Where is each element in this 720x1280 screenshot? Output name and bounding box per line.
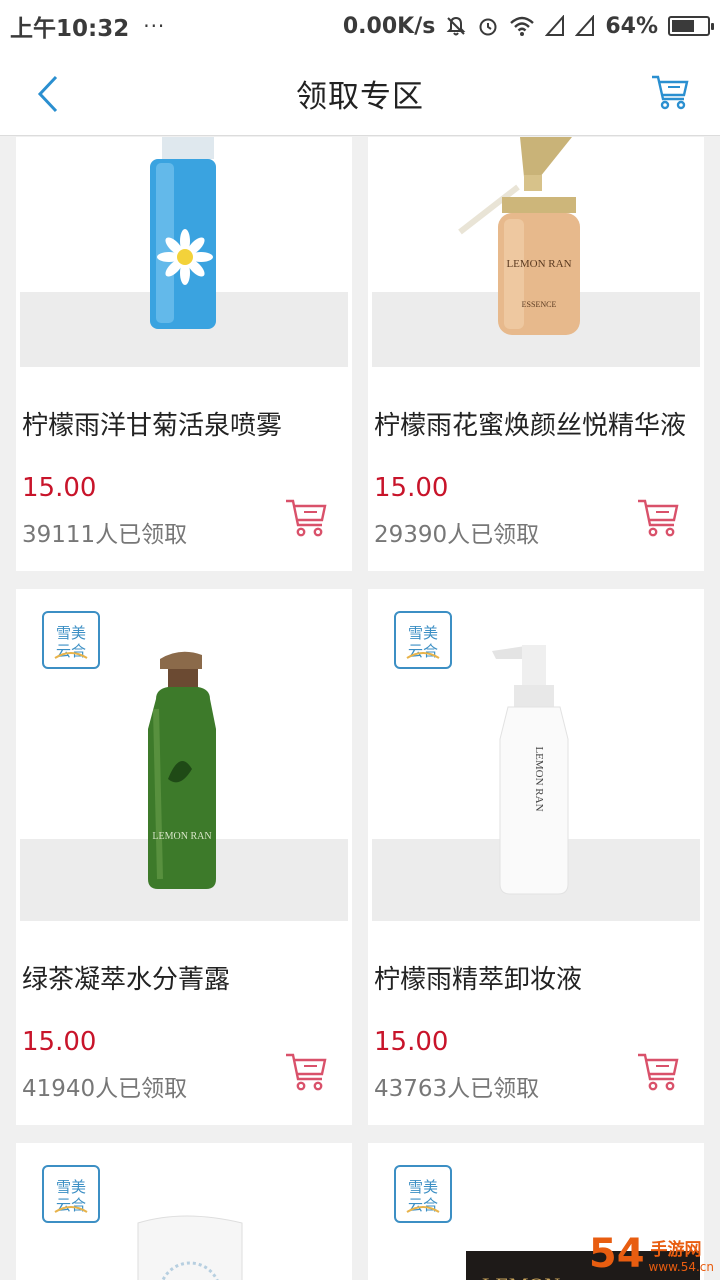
product-name: 绿茶凝萃水分菁露 bbox=[22, 965, 231, 995]
status-right: 0.00K/s 64% bbox=[342, 13, 714, 39]
svg-text:雪美: 雪美 bbox=[56, 624, 86, 642]
product-card[interactable]: 雪美 云合 bbox=[16, 1143, 352, 1280]
cart-icon bbox=[652, 75, 689, 110]
svg-text:云合: 云合 bbox=[56, 642, 86, 660]
wifi-icon bbox=[509, 15, 535, 37]
svg-text:LEMON RAN: LEMON RAN bbox=[152, 831, 211, 842]
status-left: 上午10:32 ··· bbox=[10, 9, 165, 43]
page-title: 领取专区 bbox=[296, 79, 424, 115]
product-price: 15.00 bbox=[22, 473, 97, 503]
product-card[interactable]: LEMON RAN 雪美 云合 柠檬雨精萃卸妆液 15.00 43763人已领取 bbox=[368, 589, 704, 1125]
cart-icon bbox=[638, 1053, 679, 1091]
mute-bell-icon bbox=[445, 15, 467, 37]
add-to-cart-button[interactable] bbox=[284, 1049, 328, 1093]
network-speed: 0.00K/s bbox=[342, 13, 436, 39]
product-image: LEMON RAN 雪美 云合 bbox=[372, 589, 700, 921]
brand-logo: 雪美 云合 bbox=[42, 611, 100, 669]
battery-level bbox=[672, 20, 694, 32]
product-name: 柠檬雨精萃卸妆液 bbox=[374, 965, 583, 995]
product-card[interactable]: LEMON RAN ESSENCE 柠檬雨花蜜焕颜丝悦精华液 15.00 293… bbox=[368, 137, 704, 571]
svg-text:LEMON RAN: LEMON RAN bbox=[506, 258, 571, 270]
product-name: 柠檬雨花蜜焕颜丝悦精华液 bbox=[374, 411, 687, 441]
product-grid: 柠檬雨洋甘菊活泉喷雾 15.00 39111人已领取 LEMON RAN ESS… bbox=[0, 137, 720, 1280]
product-price: 15.00 bbox=[374, 1027, 449, 1057]
battery-icon bbox=[668, 16, 714, 36]
site-watermark: 54 手游网 www.54.cn bbox=[589, 1234, 714, 1274]
cart-icon bbox=[638, 499, 679, 537]
status-time: 上午10:32 bbox=[10, 16, 130, 42]
signal-1-icon bbox=[545, 15, 565, 37]
add-to-cart-button[interactable] bbox=[636, 495, 680, 539]
svg-text:云合: 云合 bbox=[408, 1196, 438, 1214]
svg-text:雪美: 雪美 bbox=[56, 1178, 86, 1196]
brand-logo: 雪美 云合 bbox=[394, 1165, 452, 1223]
add-to-cart-button[interactable] bbox=[284, 495, 328, 539]
brand-logo: 雪美 云合 bbox=[394, 611, 452, 669]
alarm-icon bbox=[477, 15, 499, 37]
signal-2-icon bbox=[575, 15, 595, 37]
watermark-url: www.54.cn bbox=[648, 1260, 714, 1274]
product-image: 雪美 云合 bbox=[20, 1143, 348, 1280]
product-image: LEMON RAN 雪美 云合 bbox=[20, 589, 348, 921]
battery-percent: 64% bbox=[605, 13, 658, 39]
brand-logo: 雪美 云合 bbox=[42, 1165, 100, 1223]
back-button[interactable] bbox=[28, 72, 68, 116]
svg-text:LEMON: LEMON bbox=[482, 1273, 560, 1280]
product-card[interactable]: 柠檬雨洋甘菊活泉喷雾 15.00 39111人已领取 bbox=[16, 137, 352, 571]
claimed-count: 39111人已领取 bbox=[22, 522, 188, 548]
claimed-count: 43763人已领取 bbox=[374, 1076, 540, 1102]
cart-button[interactable] bbox=[648, 70, 692, 114]
svg-text:雪美: 雪美 bbox=[408, 624, 438, 642]
product-price: 15.00 bbox=[22, 1027, 97, 1057]
product-name: 柠檬雨洋甘菊活泉喷雾 bbox=[22, 411, 283, 441]
claimed-count: 41940人已领取 bbox=[22, 1076, 188, 1102]
svg-text:雪美: 雪美 bbox=[408, 1178, 438, 1196]
nav-bar: 领取专区 bbox=[0, 52, 720, 136]
cart-icon bbox=[286, 499, 327, 537]
product-image bbox=[20, 137, 348, 367]
status-bar: 上午10:32 ··· 0.00K/s 64% bbox=[0, 0, 720, 52]
product-price: 15.00 bbox=[374, 473, 449, 503]
chevron-left-icon bbox=[37, 75, 58, 113]
watermark-text: 手游网 bbox=[650, 1240, 702, 1261]
status-dots: ··· bbox=[143, 14, 166, 38]
svg-text:云合: 云合 bbox=[408, 642, 438, 660]
product-image: LEMON RAN ESSENCE bbox=[372, 137, 700, 367]
svg-text:LEMON RAN: LEMON RAN bbox=[533, 746, 545, 811]
claimed-count: 29390人已领取 bbox=[374, 522, 540, 548]
add-to-cart-button[interactable] bbox=[636, 1049, 680, 1093]
svg-text:ESSENCE: ESSENCE bbox=[522, 300, 557, 309]
watermark-number: 54 bbox=[588, 1231, 645, 1277]
product-card[interactable]: LEMON RAN 雪美 云合 绿茶凝萃水分菁露 15.00 41940人已领取 bbox=[16, 589, 352, 1125]
cart-icon bbox=[286, 1053, 327, 1091]
svg-text:云合: 云合 bbox=[56, 1196, 86, 1214]
